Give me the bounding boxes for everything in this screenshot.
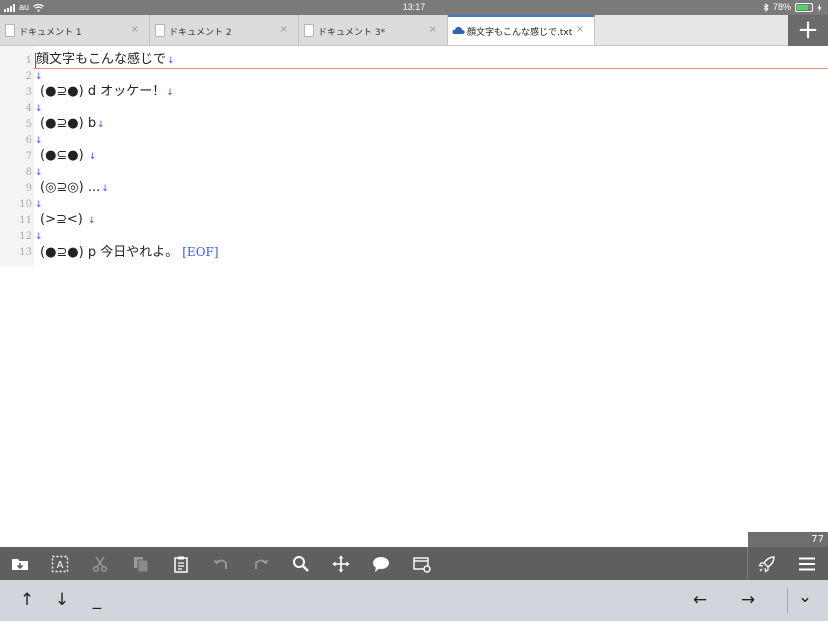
line-number: 6 bbox=[25, 135, 32, 146]
text-editor[interactable]: 1 顔文字もこんな感じで↓ 2 ↓ 3 (●⊇●) d オッケー！↓ 4 ↓ 5… bbox=[0, 46, 828, 532]
line-text: (●⊇●) b bbox=[40, 116, 97, 131]
eof-marker: [EOF] bbox=[182, 245, 219, 259]
tab-active-file[interactable]: 顔文字もこんな感じで.txt × bbox=[448, 15, 595, 45]
folder-import-icon[interactable] bbox=[10, 554, 30, 574]
tab-close-icon[interactable]: × bbox=[576, 24, 584, 35]
line-number: 2 bbox=[25, 71, 32, 82]
cursor-left-button[interactable]: ← bbox=[689, 589, 711, 611]
return-mark: ↓ bbox=[167, 56, 175, 66]
copy-icon[interactable] bbox=[131, 554, 151, 574]
line-number: 3 bbox=[25, 87, 32, 98]
status-time: 13:17 bbox=[402, 2, 426, 12]
return-mark: ↓ bbox=[166, 88, 174, 98]
new-tab-button[interactable]: + bbox=[788, 15, 828, 46]
tab-label: ドキュメント 3* bbox=[318, 28, 386, 38]
cursor-down-button[interactable]: ↓ bbox=[51, 589, 73, 611]
line-number: 4 bbox=[25, 103, 32, 114]
editor-line: 8 ↓ bbox=[0, 164, 828, 180]
return-mark: ↓ bbox=[35, 200, 43, 210]
svg-text:A: A bbox=[57, 560, 64, 571]
tab-document-1[interactable]: ドキュメント 1 × bbox=[0, 15, 150, 45]
editor-line: 12 ↓ bbox=[0, 228, 828, 244]
status-right: 78% bbox=[763, 0, 822, 15]
underscore-key[interactable]: _ bbox=[86, 589, 108, 611]
tab-close-icon[interactable]: × bbox=[280, 24, 288, 35]
search-icon[interactable] bbox=[291, 554, 311, 574]
editor-line: 4 ↓ bbox=[0, 100, 828, 116]
tab-close-icon[interactable]: × bbox=[131, 24, 139, 35]
editor-line: 10 ↓ bbox=[0, 196, 828, 212]
document-icon bbox=[5, 24, 15, 37]
return-mark: ↓ bbox=[35, 232, 43, 242]
return-mark: ↓ bbox=[35, 104, 43, 114]
move-icon[interactable] bbox=[331, 554, 351, 574]
return-mark: ↓ bbox=[88, 152, 97, 162]
keyboard-accessory-bar: ↑ ↓ _ ← → ⌄ bbox=[0, 580, 828, 621]
battery-icon bbox=[795, 3, 813, 12]
line-text: (>⊇<) bbox=[40, 212, 87, 227]
select-all-icon[interactable]: A bbox=[50, 554, 70, 574]
bluetooth-icon bbox=[763, 3, 769, 12]
line-text: (●⊇●) p 今日やれよ。 bbox=[40, 245, 179, 260]
line-number: 11 bbox=[19, 215, 32, 226]
tab-label: 顔文字もこんな感じで.txt bbox=[467, 28, 573, 38]
line-number: 12 bbox=[19, 231, 32, 242]
line-number: 13 bbox=[19, 247, 32, 258]
editor-toolbar: A bbox=[0, 547, 828, 580]
line-number: 7 bbox=[25, 151, 32, 162]
line-number: 1 bbox=[25, 55, 32, 66]
dismiss-keyboard-button[interactable]: ⌄ bbox=[794, 586, 816, 608]
document-icon bbox=[155, 24, 165, 37]
cut-icon[interactable] bbox=[90, 554, 110, 574]
toolbar-divider bbox=[747, 547, 748, 580]
editor-line: 11 (>⊇<) ↓ bbox=[0, 212, 828, 228]
editor-line: 9 (◎⊇◎) ...↓ bbox=[0, 180, 828, 196]
line-text: 顔文字もこんな感じで bbox=[36, 52, 167, 67]
line-number: 10 bbox=[19, 199, 32, 210]
editor-line: 1 顔文字もこんな感じで↓ bbox=[0, 52, 828, 68]
line-number: 9 bbox=[25, 183, 32, 194]
line-number: 5 bbox=[25, 119, 32, 130]
line-text: (●⊇●) d オッケー！ bbox=[40, 84, 166, 99]
paste-icon[interactable] bbox=[171, 554, 191, 574]
tab-close-icon[interactable]: × bbox=[429, 24, 437, 35]
line-text: (●⊆●) bbox=[40, 148, 88, 163]
cloud-icon bbox=[452, 26, 465, 34]
cursor-up-button[interactable]: ↑ bbox=[16, 589, 38, 611]
return-mark: ↓ bbox=[35, 168, 43, 178]
editor-line: 7 (●⊆●) ↓ bbox=[0, 148, 828, 164]
character-count: 77 bbox=[748, 532, 828, 547]
return-mark: ↓ bbox=[101, 184, 109, 194]
rocket-icon[interactable] bbox=[757, 554, 777, 574]
editor-line: 3 (●⊇●) d オッケー！↓ bbox=[0, 84, 828, 100]
editor-line: 6 ↓ bbox=[0, 132, 828, 148]
return-mark: ↓ bbox=[35, 72, 43, 82]
return-mark: ↓ bbox=[35, 136, 43, 146]
undo-icon[interactable] bbox=[211, 554, 231, 574]
tab-label: ドキュメント 2 bbox=[169, 28, 232, 38]
battery-percent: 78% bbox=[772, 2, 791, 12]
editor-line: 2 ↓ bbox=[0, 68, 828, 84]
tab-document-2[interactable]: ドキュメント 2 × bbox=[150, 15, 299, 45]
cursor-right-button[interactable]: → bbox=[737, 589, 759, 611]
tab-label: ドキュメント 1 bbox=[19, 28, 82, 38]
tab-document-3[interactable]: ドキュメント 3* × bbox=[299, 15, 448, 45]
editor-line: 13 (●⊇●) p 今日やれよ。 [EOF] bbox=[0, 244, 828, 260]
comment-icon[interactable] bbox=[371, 554, 391, 574]
document-icon bbox=[304, 24, 314, 37]
status-bar: au 13:17 78% bbox=[0, 0, 828, 15]
charging-icon bbox=[817, 3, 822, 12]
accessory-divider bbox=[787, 588, 788, 613]
redo-icon[interactable] bbox=[251, 554, 271, 574]
editor-line: 5 (●⊇●) b↓ bbox=[0, 116, 828, 132]
return-mark: ↓ bbox=[87, 216, 96, 226]
window-settings-icon[interactable] bbox=[412, 554, 432, 574]
line-text: (◎⊇◎) ... bbox=[40, 180, 101, 195]
tab-bar: ドキュメント 1 × ドキュメント 2 × ドキュメント 3* × 顔文字もこん… bbox=[0, 15, 828, 46]
return-mark: ↓ bbox=[97, 120, 105, 130]
line-number: 8 bbox=[25, 167, 32, 178]
menu-icon[interactable] bbox=[797, 554, 817, 574]
